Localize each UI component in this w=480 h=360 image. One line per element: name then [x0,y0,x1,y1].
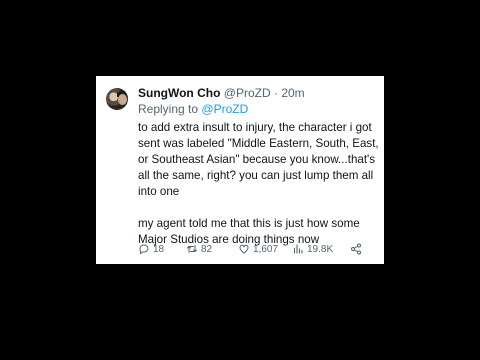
avatar[interactable] [106,88,128,110]
reply-button[interactable]: 18 [138,243,186,255]
share-icon [351,243,361,255]
tweet-paragraph-1: to add extra insult to injury, the chara… [138,121,379,198]
avatar-face [118,94,127,105]
tweet-time[interactable]: 20m [281,86,304,100]
tweet-header: SungWon Cho @ProZD · 20m [138,86,305,101]
tweet-card: SungWon Cho @ProZD · 20m Replying to @Pr… [96,76,384,264]
speech-bubble-icon [139,244,149,255]
tweet-text: to add extra insult to injury, the chara… [138,120,382,248]
tweet-actions: 18 82 1,607 19.8K [138,241,374,257]
replying-handle-link[interactable]: @ProZD [201,102,248,116]
views-button[interactable]: 19.8K [292,243,350,255]
replying-to: Replying to @ProZD [138,102,248,117]
retweet-count: 82 [201,243,213,255]
view-count: 19.8K [307,243,334,255]
retweet-button[interactable]: 82 [186,243,238,255]
time-separator: · [273,86,278,100]
replying-prefix: Replying to [138,102,199,116]
retweet-arrows-icon [187,245,197,253]
like-button[interactable]: 1,607 [238,243,292,255]
bar-chart-icon [293,244,303,254]
like-count: 1,607 [253,243,279,255]
author-handle[interactable]: @ProZD [224,86,271,100]
reply-count: 18 [153,243,165,255]
share-button[interactable] [350,243,370,255]
heart-icon [239,244,249,254]
author-name[interactable]: SungWon Cho [138,86,220,100]
